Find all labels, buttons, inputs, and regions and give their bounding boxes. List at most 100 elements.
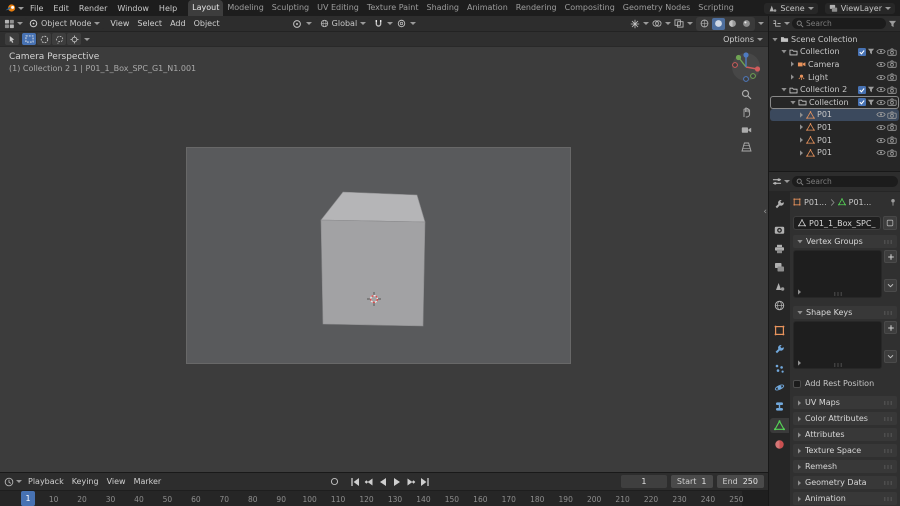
properties-search[interactable]: [792, 176, 898, 187]
camera-toggle-icon[interactable]: [887, 98, 897, 106]
workspace-tab-sculpting[interactable]: Sculpting: [268, 0, 313, 16]
current-frame-field[interactable]: 1: [620, 475, 667, 488]
tool-select-box-button[interactable]: [22, 33, 36, 45]
outliner-search-input[interactable]: [806, 19, 882, 28]
timeline-menu-marker[interactable]: Marker: [130, 476, 166, 487]
eye-toggle-icon[interactable]: [876, 74, 886, 81]
disclosure-right-icon[interactable]: [790, 61, 795, 68]
show-gizmos-icon[interactable]: [630, 19, 640, 29]
vertex-groups-specials-button[interactable]: [884, 279, 897, 292]
properties-tab-constraints[interactable]: [770, 399, 789, 414]
shading-material-button[interactable]: [726, 18, 739, 30]
datablock-name-field[interactable]: P01_1_Box_SPC_...: [793, 216, 881, 230]
disclosure-down-icon[interactable]: [790, 100, 796, 105]
workspace-tab-modeling[interactable]: Modeling: [223, 0, 267, 16]
panel-header-uv-maps[interactable]: UV Maps: [793, 396, 897, 409]
add-vertex-groups-button[interactable]: [884, 250, 897, 263]
perspective-toggle-icon[interactable]: [740, 142, 752, 152]
properties-tab-render[interactable]: [770, 222, 789, 237]
viewport-3d[interactable]: Camera Perspective (1) Collection 2 1 | …: [0, 47, 768, 472]
menu-file[interactable]: File: [25, 3, 48, 14]
properties-tab-view-layer[interactable]: [770, 260, 789, 275]
tool-cursor-button[interactable]: [67, 33, 81, 45]
disclosure-right-icon[interactable]: [797, 479, 802, 486]
shading-wireframe-button[interactable]: [698, 18, 711, 30]
outliner-row-p01[interactable]: P01: [770, 146, 899, 159]
shading-solid-button[interactable]: [712, 17, 725, 30]
disclosure-down-icon[interactable]: [797, 310, 803, 315]
exclude-checkbox-icon[interactable]: [858, 47, 866, 56]
disclosure-right-icon[interactable]: [797, 463, 802, 470]
disclosure-right-icon[interactable]: [797, 399, 802, 406]
outliner-row-collection-2[interactable]: Collection 2: [770, 83, 899, 96]
play-reverse-button[interactable]: [376, 475, 389, 488]
frame-end-field[interactable]: End 250: [716, 475, 764, 488]
workspace-tab-scripting[interactable]: Scripting: [694, 0, 738, 16]
workspace-tab-compositing[interactable]: Compositing: [561, 0, 619, 16]
snap-magnet-icon[interactable]: [374, 19, 383, 29]
add-rest-position-checkbox[interactable]: [793, 379, 801, 388]
disclosure-right-icon[interactable]: [799, 124, 804, 131]
outliner-row-scene-collection[interactable]: Scene Collection: [770, 33, 899, 46]
disclosure-right-icon[interactable]: [799, 112, 804, 118]
exclude-checkbox-icon[interactable]: [858, 98, 866, 107]
list-filter-toggle-icon[interactable]: [797, 289, 802, 295]
workspace-tab-layout[interactable]: Layout: [188, 0, 224, 16]
menu-help[interactable]: Help: [154, 3, 182, 14]
disclosure-right-icon[interactable]: [797, 431, 802, 438]
workspace-tab-texture-paint[interactable]: Texture Paint: [363, 0, 423, 16]
shading-rendered-button[interactable]: [740, 18, 753, 30]
timeline-ruler[interactable]: 1102030405060708090100110120130140150160…: [0, 490, 768, 506]
eye-toggle-icon[interactable]: [876, 111, 886, 118]
camera-toggle-icon[interactable]: [887, 149, 897, 157]
jump-to-start-button[interactable]: [348, 475, 361, 488]
tool-select-lasso-button[interactable]: [52, 33, 66, 45]
menu-edit[interactable]: Edit: [48, 3, 74, 14]
filter-toggle-icon[interactable]: [867, 99, 875, 106]
blender-logo-icon[interactable]: [5, 3, 17, 13]
outliner-row-collection[interactable]: Collection: [770, 46, 899, 59]
camera-toggle-icon[interactable]: [887, 60, 897, 69]
properties-search-input[interactable]: [806, 177, 894, 186]
play-button[interactable]: [390, 475, 403, 488]
cube-object[interactable]: [319, 190, 431, 330]
editor-type-timeline-icon[interactable]: [4, 477, 14, 487]
list-resize-grip-icon[interactable]: [833, 363, 843, 367]
eye-toggle-icon[interactable]: [876, 61, 886, 68]
workspace-tab-uv-editing[interactable]: UV Editing: [313, 0, 363, 16]
region-collapse-arrow[interactable]: ‹: [763, 207, 767, 217]
eye-toggle-icon[interactable]: [876, 137, 886, 144]
editor-type-properties-icon[interactable]: [772, 177, 782, 186]
filter-toggle-icon[interactable]: [867, 86, 875, 93]
camera-toggle-icon[interactable]: [887, 73, 897, 81]
disclosure-down-icon[interactable]: [797, 239, 803, 244]
camera-view-icon[interactable]: [741, 125, 752, 135]
panel-header-texture-space[interactable]: Texture Space: [793, 444, 897, 457]
options-dropdown[interactable]: Options: [723, 35, 763, 44]
jump-to-prev-keyframe-button[interactable]: [362, 475, 375, 488]
panel-header-animation[interactable]: Animation: [793, 492, 897, 505]
navigation-gizmo[interactable]: [731, 52, 761, 82]
proportional-edit-icon[interactable]: [397, 19, 406, 28]
filter-toggle-icon[interactable]: [867, 48, 875, 55]
outliner-row-camera[interactable]: Camera: [770, 58, 899, 71]
properties-tab-particles[interactable]: [770, 361, 789, 376]
panel-header-vertex-groups[interactable]: Vertex Groups: [793, 235, 897, 248]
tool-select-circle-button[interactable]: [37, 33, 51, 45]
pan-hand-icon[interactable]: [741, 107, 752, 118]
outliner-row-p01[interactable]: P01: [770, 134, 899, 147]
add-shape-keys-button[interactable]: [884, 321, 897, 334]
mode-selector[interactable]: Object Mode: [25, 18, 105, 29]
breadcrumb-object[interactable]: P01...: [804, 198, 827, 207]
datablock-options-button[interactable]: [883, 216, 897, 230]
workspace-tab-rendering[interactable]: Rendering: [512, 0, 561, 16]
add-rest-position-row[interactable]: Add Rest Position: [793, 377, 897, 390]
properties-tab-modifiers[interactable]: [770, 342, 789, 357]
properties-tab-tool[interactable]: [770, 197, 789, 212]
disclosure-down-icon[interactable]: [772, 37, 778, 42]
properties-tab-output[interactable]: [770, 241, 789, 256]
view-layer-selector[interactable]: ViewLayer: [824, 2, 895, 14]
viewport-menu-select[interactable]: Select: [133, 18, 166, 29]
disclosure-right-icon[interactable]: [790, 74, 795, 80]
disclosure-right-icon[interactable]: [797, 415, 802, 422]
